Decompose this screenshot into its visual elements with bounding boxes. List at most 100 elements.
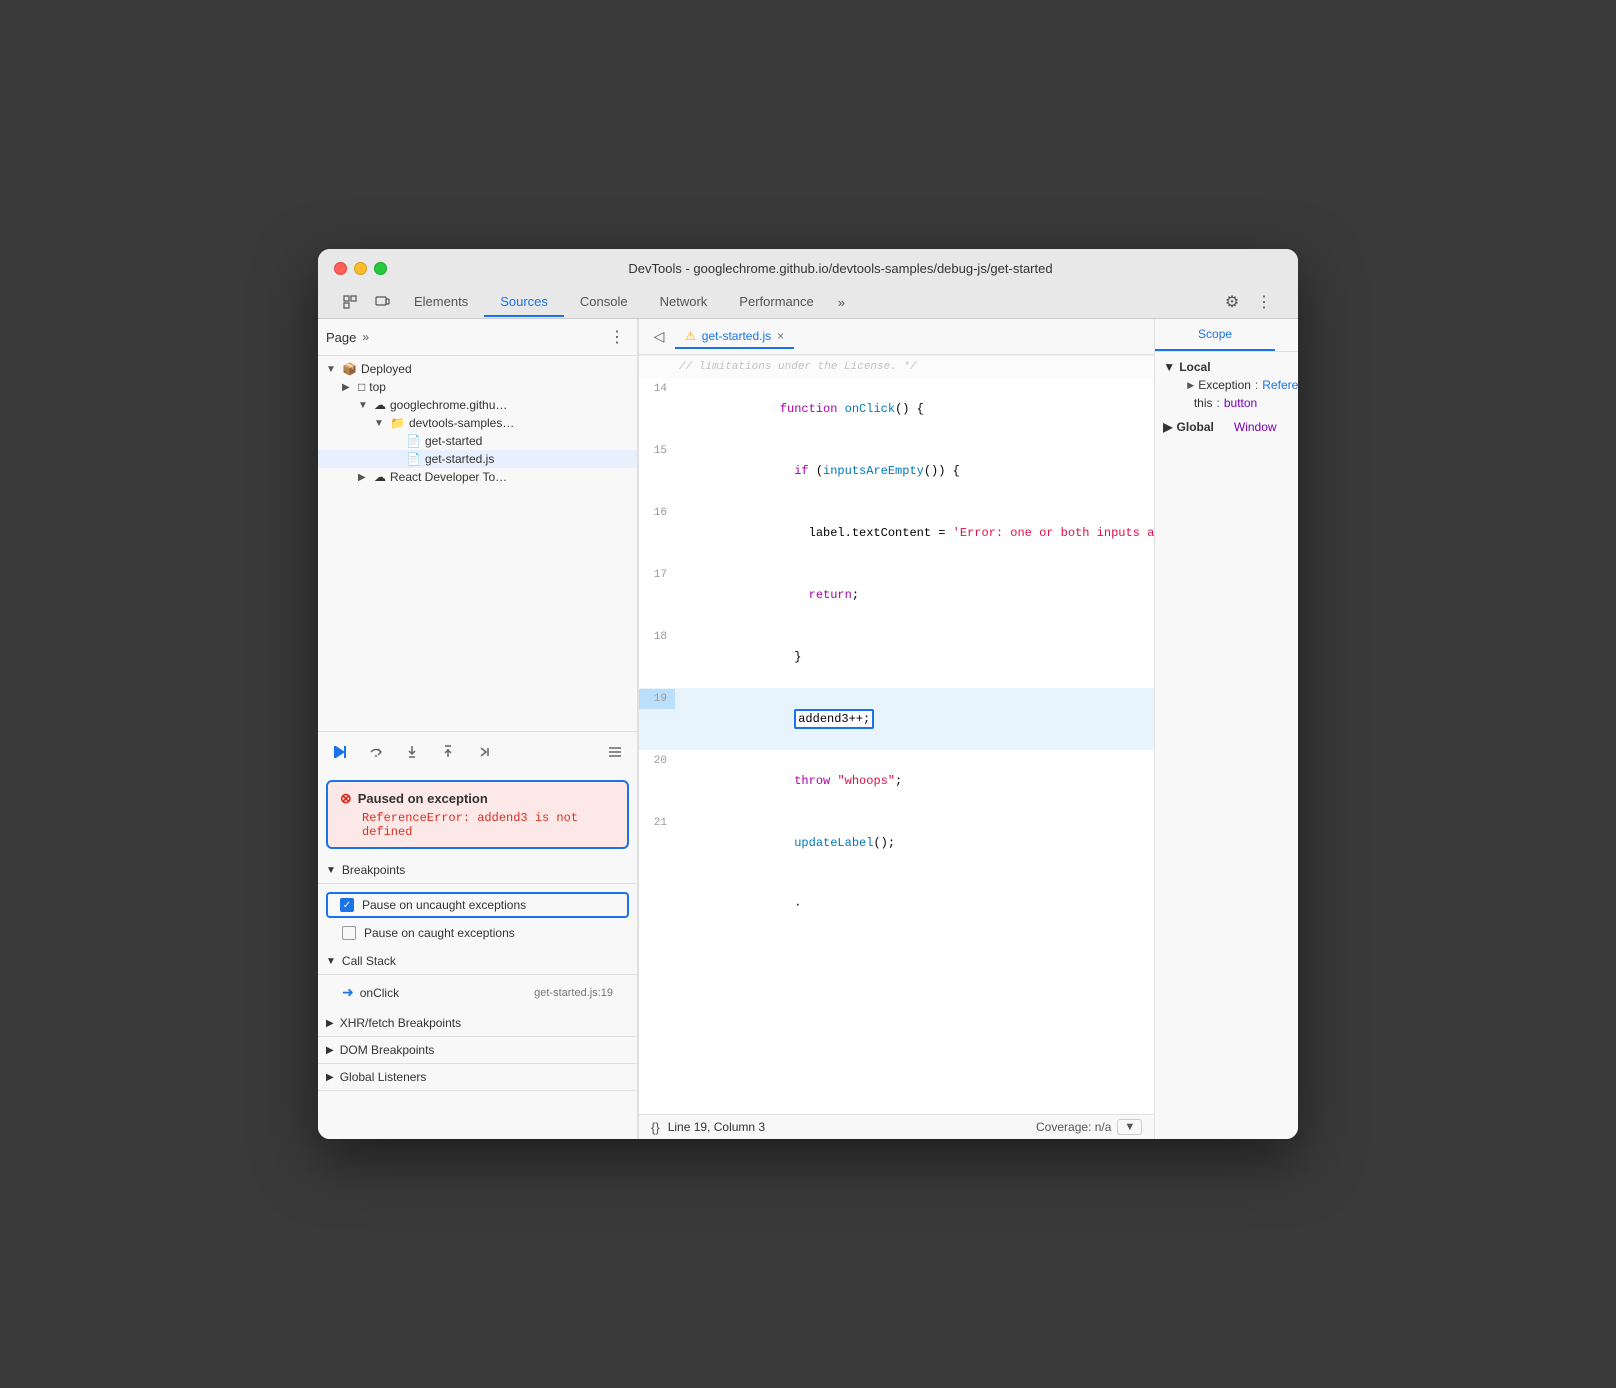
inspector-icon[interactable] bbox=[334, 286, 366, 318]
tab-scope[interactable]: Scope bbox=[1155, 319, 1275, 351]
code-line-20: 20 throw "whoops"; bbox=[639, 750, 1154, 812]
xhr-section-header[interactable]: ▶ XHR/fetch Breakpoints bbox=[318, 1010, 637, 1037]
exception-banner: ⊗ Paused on exception ReferenceError: ad… bbox=[326, 780, 629, 849]
debugger-controls bbox=[318, 731, 637, 772]
code-tab-get-started-js[interactable]: ⚠ get-started.js × bbox=[675, 325, 794, 349]
code-line-22: · bbox=[639, 874, 1154, 936]
tab-console[interactable]: Console bbox=[564, 288, 644, 317]
scope-colon: : bbox=[1217, 396, 1220, 410]
right-tabs: Scope Watch bbox=[1155, 319, 1298, 352]
dom-section-header[interactable]: ▶ DOM Breakpoints bbox=[318, 1037, 637, 1064]
close-button[interactable] bbox=[334, 262, 347, 275]
tree-arrow bbox=[390, 454, 406, 465]
status-location: Line 19, Column 3 bbox=[668, 1120, 765, 1134]
device-icon[interactable] bbox=[366, 286, 398, 318]
maximize-button[interactable] bbox=[374, 262, 387, 275]
step-button[interactable] bbox=[470, 738, 498, 766]
code-line: // limitations under the License. */ bbox=[639, 355, 1154, 378]
step-over-button[interactable] bbox=[362, 738, 390, 766]
format-button[interactable]: {} bbox=[651, 1120, 660, 1135]
line-num: 18 bbox=[639, 627, 675, 647]
scope-this-row[interactable]: this : button bbox=[1163, 394, 1298, 412]
code-tabs: ◁ ⚠ get-started.js × bbox=[639, 319, 1154, 355]
code-line-16: 16 label.textContent = 'Error: one or bo… bbox=[639, 502, 1154, 564]
right-panel: Scope Watch ▼ Local ▶ Exception : Refere… bbox=[1154, 319, 1298, 1139]
line-num: 15 bbox=[639, 441, 675, 461]
callstack-row-onclick[interactable]: ➜ onClick get-started.js:19 bbox=[318, 979, 637, 1006]
sidebar-overflow[interactable]: » bbox=[362, 330, 369, 344]
code-line-19: 19 addend3++; bbox=[639, 688, 1154, 750]
tree-item-get-started[interactable]: 📄 get-started bbox=[318, 432, 637, 450]
coverage-dropdown[interactable]: ▼ bbox=[1117, 1119, 1142, 1135]
scope-colon: : bbox=[1255, 378, 1258, 392]
scope-section-local: ▼ Local ▶ Exception : Referen… this : bu… bbox=[1155, 356, 1298, 416]
pause-caught-label: Pause on caught exceptions bbox=[364, 926, 515, 940]
line-content: addend3++; bbox=[675, 689, 1154, 749]
line-content: throw "whoops"; bbox=[675, 751, 1154, 811]
global-listeners-arrow-icon: ▶ bbox=[326, 1072, 334, 1083]
tab-elements[interactable]: Elements bbox=[398, 288, 484, 317]
tree-item-get-started-js[interactable]: 📄 get-started.js bbox=[318, 450, 637, 468]
tab-close-icon[interactable]: × bbox=[777, 329, 784, 343]
line-num: 16 bbox=[639, 503, 675, 523]
pause-caught-checkbox[interactable] bbox=[342, 926, 356, 940]
tree-label: googlechrome.githu… bbox=[390, 398, 507, 412]
more-icon[interactable]: ⋮ bbox=[1250, 288, 1278, 316]
tree-item-top[interactable]: ▶ □ top bbox=[318, 378, 637, 396]
tree-arrow: ▶ bbox=[342, 382, 358, 393]
settings-icon[interactable]: ⚙ bbox=[1218, 288, 1246, 316]
tab-performance[interactable]: Performance bbox=[723, 288, 829, 317]
step-into-button[interactable] bbox=[398, 738, 426, 766]
pause-uncaught-row[interactable]: Pause on uncaught exceptions bbox=[326, 892, 629, 918]
resume-button[interactable] bbox=[326, 738, 354, 766]
code-editor[interactable]: // limitations under the License. */ 14 … bbox=[639, 355, 1154, 1114]
exception-icon: ⊗ bbox=[340, 790, 352, 807]
pause-caught-row[interactable]: Pause on caught exceptions bbox=[318, 922, 637, 944]
minimize-button[interactable] bbox=[354, 262, 367, 275]
folder-icon: 📁 bbox=[390, 416, 405, 430]
tree-arrow: ▼ bbox=[374, 418, 390, 429]
code-panel: ◁ ⚠ get-started.js × // limitations unde… bbox=[638, 319, 1154, 1139]
cloud-icon: ☁ bbox=[374, 398, 386, 412]
step-out-button[interactable] bbox=[434, 738, 462, 766]
coverage-label: Coverage: n/a bbox=[1036, 1120, 1111, 1134]
tab-sources[interactable]: Sources bbox=[484, 288, 564, 317]
callstack-label: Call Stack bbox=[342, 954, 396, 968]
code-tab-label: get-started.js bbox=[702, 329, 771, 343]
scope-local-label: Local bbox=[1179, 360, 1210, 374]
file-tree: ▼ 📦 Deployed ▶ □ top ▼ ☁ googlechrome.gi… bbox=[318, 356, 637, 731]
scope-local-header[interactable]: ▼ Local bbox=[1163, 360, 1298, 374]
tree-label: React Developer To… bbox=[390, 470, 507, 484]
code-tab-back-icon[interactable]: ◁ bbox=[647, 325, 671, 349]
line-num: 19 bbox=[639, 689, 675, 709]
js-file-icon: 📄 bbox=[406, 452, 421, 466]
global-listeners-section-header[interactable]: ▶ Global Listeners bbox=[318, 1064, 637, 1091]
scope-arrow-icon bbox=[1187, 398, 1190, 408]
sidebar: Page » ⋮ ▼ 📦 Deployed ▶ □ top bbox=[318, 319, 638, 1139]
tabs-overflow[interactable]: » bbox=[830, 289, 853, 316]
scope-global-header[interactable]: ▶ Global Window bbox=[1163, 420, 1298, 434]
tree-item-googlechrome[interactable]: ▼ ☁ googlechrome.githu… bbox=[318, 396, 637, 414]
scope-exception-row[interactable]: ▶ Exception : Referen… bbox=[1163, 376, 1298, 394]
tab-watch[interactable]: Watch bbox=[1275, 319, 1298, 351]
tree-arrow: ▼ bbox=[358, 400, 374, 411]
callstack-content: ➜ onClick get-started.js:19 bbox=[318, 975, 637, 1010]
tree-item-deployed[interactable]: ▼ 📦 Deployed bbox=[318, 360, 637, 378]
tree-item-devtools-samples[interactable]: ▼ 📁 devtools-samples… bbox=[318, 414, 637, 432]
sidebar-menu-icon[interactable]: ⋮ bbox=[605, 325, 629, 349]
deactivate-breakpoints-button[interactable] bbox=[601, 738, 629, 766]
breakpoints-label: Breakpoints bbox=[342, 863, 405, 877]
exception-title: ⊗ Paused on exception bbox=[340, 790, 615, 807]
line-content: · bbox=[675, 875, 1154, 935]
window-title: DevTools - googlechrome.github.io/devtoo… bbox=[399, 261, 1282, 276]
tree-label: get-started.js bbox=[425, 452, 494, 466]
callstack-section-header[interactable]: ▼ Call Stack bbox=[318, 948, 637, 975]
pause-uncaught-checkbox[interactable] bbox=[340, 898, 354, 912]
tree-item-react[interactable]: ▶ ☁ React Developer To… bbox=[318, 468, 637, 486]
tab-network[interactable]: Network bbox=[644, 288, 724, 317]
line-content: updateLabel(); bbox=[675, 813, 1154, 873]
exception-title-text: Paused on exception bbox=[358, 791, 488, 806]
code-line-21: 21 updateLabel(); bbox=[639, 812, 1154, 874]
line-content: label.textContent = 'Error: one or both … bbox=[675, 503, 1154, 563]
breakpoints-section-header[interactable]: ▼ Breakpoints bbox=[318, 857, 637, 884]
